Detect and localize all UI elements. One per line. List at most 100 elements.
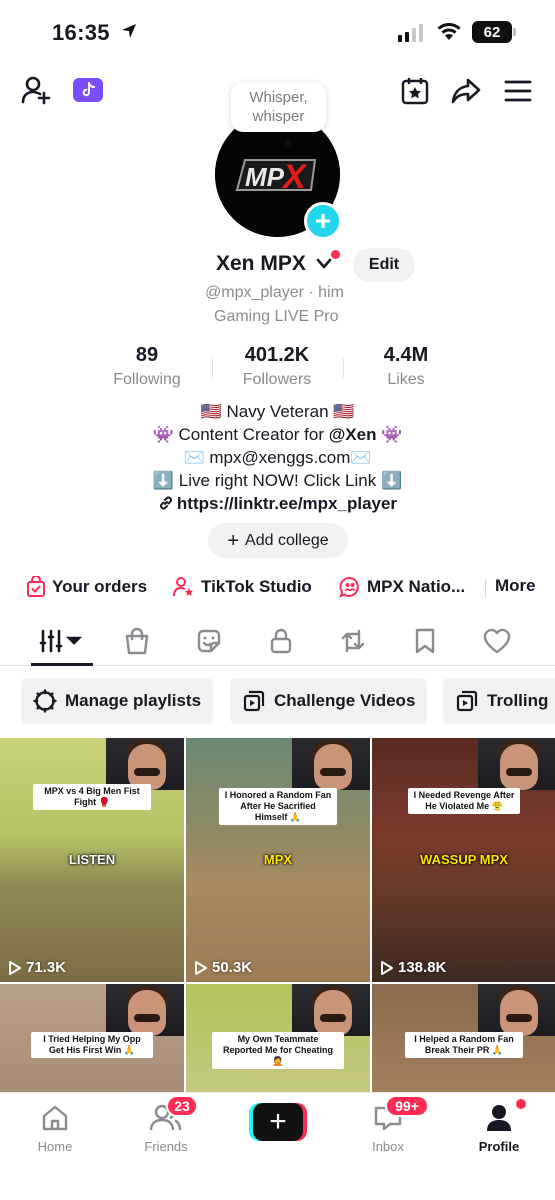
video-caption: I Needed Revenge After He Violated Me 😤 <box>408 788 520 814</box>
add-story-button[interactable]: + <box>304 202 342 240</box>
create-button[interactable]: + <box>249 1103 307 1141</box>
stat-divider <box>212 358 213 378</box>
bio-mention-link[interactable]: @Xen <box>329 425 377 444</box>
bookmark-icon <box>415 628 435 654</box>
tab-reposts[interactable] <box>333 626 373 656</box>
status-bar: 16:35 62 <box>0 0 555 64</box>
view-count-text: 50.3K <box>212 959 253 976</box>
shopping-bag-icon <box>27 576 45 597</box>
video-thumbnail[interactable]: MPX vs 4 Big Men Fist Fight 🥊 LISTEN 71.… <box>0 738 184 982</box>
name-row: Xen MPX Edit <box>0 248 555 282</box>
add-college-button[interactable]: + Add college <box>208 523 348 558</box>
video-thumbnail[interactable]: I Needed Revenge After He Violated Me 😤 … <box>372 738 555 982</box>
stat-divider <box>343 358 344 378</box>
tab-favorites[interactable] <box>405 626 445 656</box>
quick-links-divider <box>485 580 486 598</box>
nav-friends[interactable]: Friends <box>121 1103 211 1154</box>
tab-stickers[interactable] <box>189 626 229 656</box>
video-overlay-text: MPX <box>263 852 293 867</box>
playlist-challenge-videos[interactable]: Challenge Videos <box>230 678 428 724</box>
video-caption: MPX vs 4 Big Men Fist Fight 🥊 <box>33 784 151 810</box>
video-thumbnail[interactable]: I Tried Helping My Opp Get His First Win… <box>0 984 184 1094</box>
webcam-overlay <box>106 984 184 1036</box>
cellular-signal-icon <box>398 22 423 42</box>
trolling-label: Trolling <box>487 691 549 710</box>
note-bubble-tail <box>285 140 291 146</box>
video-caption: I Helped a Random Fan Break Their PR 🙏 <box>405 1032 523 1058</box>
battery-cap <box>513 28 516 36</box>
bio-line: 🇺🇸 Navy Veteran 🇺🇸 <box>200 402 355 421</box>
heart-icon <box>483 628 511 654</box>
bio-email[interactable]: ✉️ mpx@xenggs.com✉️ <box>0 446 555 469</box>
friends-badge: 23 <box>166 1095 198 1117</box>
profile-icon <box>487 1105 511 1131</box>
stat-followers[interactable]: 401.2K Followers <box>228 344 326 389</box>
location-arrow-icon <box>122 24 136 38</box>
bio-text: 👾 <box>376 425 403 444</box>
tab-liked[interactable] <box>477 626 517 656</box>
calendar-star-icon[interactable] <box>398 74 432 108</box>
bio-link-text: https://linktr.ee/mpx_player <box>176 494 398 513</box>
view-count-text: 71.3K <box>26 959 67 976</box>
repost-icon <box>341 629 365 653</box>
video-caption: My Own Teammate Reported Me for Cheating… <box>212 1032 344 1069</box>
plus-icon: + <box>227 529 240 552</box>
video-thumbnail[interactable]: My Own Teammate Reported Me for Cheating… <box>186 984 370 1094</box>
likes-label: Likes <box>387 371 425 388</box>
sticker-icon <box>197 629 221 653</box>
gear-icon <box>33 689 57 713</box>
profile-name[interactable]: Xen MPX <box>216 252 306 276</box>
video-overlay-text: WASSUP MPX <box>420 852 508 867</box>
your-orders-link[interactable]: Your orders <box>26 576 147 598</box>
add-friend-icon[interactable] <box>18 72 54 108</box>
webcam-overlay <box>292 738 370 790</box>
tiktok-studio-link[interactable]: TikTok Studio <box>173 576 312 598</box>
note-bubble[interactable]: Whisper, whisper <box>231 82 326 132</box>
followers-count: 401.2K <box>244 344 310 366</box>
view-count-text: 138.8K <box>398 959 447 976</box>
mpx-nation-label: MPX Natio... <box>367 577 466 596</box>
video-overlay-text: LISTEN <box>68 852 116 867</box>
video-thumbnail[interactable]: I Helped a Random Fan Break Their PR 🙏 <box>372 984 555 1094</box>
tab-private[interactable] <box>261 626 301 656</box>
profile-category: Gaming LIVE Pro <box>214 308 339 325</box>
stat-likes[interactable]: 4.4M Likes <box>370 344 442 389</box>
following-count: 89 <box>135 344 159 366</box>
content-tabs <box>0 618 555 666</box>
menu-icon[interactable] <box>502 74 534 108</box>
mpx-nation-link[interactable]: MPX Natio... <box>339 576 465 598</box>
edit-profile-button[interactable]: Edit <box>353 248 415 282</box>
more-link[interactable]: More <box>495 576 536 596</box>
following-label: Following <box>113 371 181 388</box>
view-count: 50.3K <box>194 959 252 976</box>
bio-link[interactable]: https://linktr.ee/mpx_player <box>0 492 555 515</box>
playlist-icon <box>243 690 265 712</box>
tab-videos[interactable] <box>38 626 84 656</box>
battery-indicator: 62 <box>472 21 512 43</box>
tab-shop[interactable] <box>117 626 157 656</box>
nav-profile[interactable]: Profile <box>454 1103 544 1154</box>
playlist-trolling[interactable]: Trolling <box>443 678 555 724</box>
stat-following[interactable]: 89 Following <box>104 344 190 389</box>
webcam-overlay <box>478 738 555 790</box>
notification-dot <box>331 250 340 259</box>
bio-line: 👾 Content Creator for @Xen 👾 <box>0 423 555 446</box>
video-grid-filter-icon <box>39 629 83 653</box>
inbox-badge: 99+ <box>385 1095 429 1117</box>
tiktok-studio-label: TikTok Studio <box>201 577 312 596</box>
play-icon <box>381 960 393 975</box>
video-caption: I Tried Helping My Opp Get His First Win… <box>31 1032 153 1058</box>
nav-inbox-label: Inbox <box>372 1139 404 1154</box>
live-studio-icon[interactable] <box>73 78 103 102</box>
video-thumbnail[interactable]: I Honored a Random Fan After He Sacrifie… <box>186 738 370 982</box>
manage-playlists-button[interactable]: Manage playlists <box>21 678 214 724</box>
link-icon <box>159 496 172 510</box>
plus-icon: + <box>253 1103 303 1141</box>
bio-text: 👾 Content Creator for <box>152 425 329 444</box>
add-college-label: Add college <box>245 531 329 549</box>
shopping-bag-icon <box>125 627 149 655</box>
playlists-row: Manage playlists Challenge Videos Trolli… <box>0 678 555 724</box>
chevron-down-icon[interactable] <box>316 258 332 270</box>
share-icon[interactable] <box>448 74 484 108</box>
nav-home[interactable]: Home <box>10 1103 100 1154</box>
